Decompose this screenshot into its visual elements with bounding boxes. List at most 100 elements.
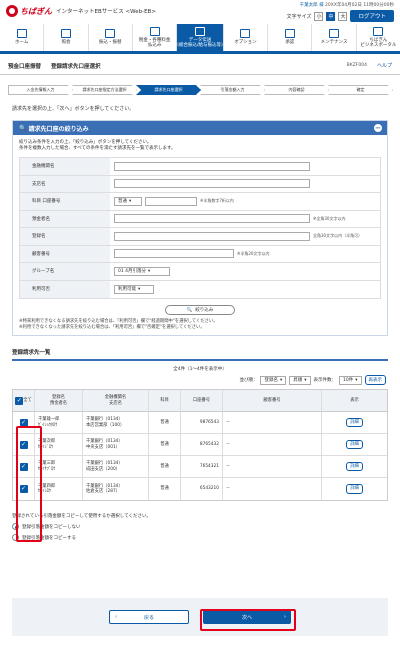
option-icon [240,29,251,39]
approve-icon [284,29,295,39]
instruction-message: 請求先を選択の上、「次へ」ボタンを押してください。 [12,106,135,112]
logo: ちばぎん インターネットEBサービス <Web-EB> [6,5,156,17]
detail-button[interactable]: 詳細 [346,461,363,472]
status-select[interactable]: 利用可能 ▾ [114,284,154,294]
name-kana-label: 預金者名 [20,210,110,228]
font-size-label: 文字サイズ [286,13,312,20]
nav-item-label: オプション [234,40,257,46]
order-select[interactable]: 昇順 ▾ [289,375,311,385]
nav-item-7[interactable]: メンテナンス [312,24,357,51]
row-bank: 千葉銀行（0134） 本店営業部（100） [83,412,149,434]
row-type: 普通 [149,456,181,478]
row-checkbox[interactable]: ✓ [13,412,35,434]
row-checkbox[interactable]: ✓ [13,456,35,478]
table-row: ✓ 千葉雄一郎 ｾﾞｲｼｮｳﾀﾛｳ 千葉銀行（0134） 本店営業部（100） … [13,412,387,435]
payer-list-title: 登録請求先一覧 [12,348,388,362]
brand-mark-icon [6,5,18,17]
col-name: 登録名 預金者名 [35,390,83,412]
step-1: 入金先情報入力 [8,85,73,95]
payer-list-section: 登録請求先一覧 全4件（1～4件を表示中） 並び順： 登録名 ▾ 昇順 ▾ 表示件数… [12,348,388,502]
account-hint: ※半角数字7桁以内 [200,198,234,204]
redisplay-button[interactable]: 再表示 [364,375,386,386]
chevron-down-icon: ▾ [148,268,151,274]
row-acct: 6543210 [181,478,223,501]
nav-item-2[interactable]: 振込・振替 [89,24,133,51]
row-bank: 千葉銀行（0134） 中央支店（001） [83,434,149,456]
per-page-select[interactable]: 10件 ▾ [339,375,362,385]
nav-item-label: 承認 [285,40,295,46]
payer-table: ✓ 全て 登録名 預金者名 金融機関名 支店名 科目 口座番号 顧客番号 表示 ✓… [12,389,388,502]
group-select[interactable]: 01 4月引落分 ▾ [114,266,170,276]
bank-label: 金融機関名 [20,158,110,175]
service-name: インターネットEBサービス <Web-EB> [56,9,156,15]
logout-button[interactable]: ログアウト [350,10,394,22]
checkmark-icon: ✓ [19,440,28,449]
payment-icon [149,26,160,36]
radio-selected-icon [12,523,19,531]
per-page-label: 表示件数： [313,378,337,384]
search-icon: 🔍 [186,307,193,313]
nav-item-6[interactable]: 承認 [268,24,313,51]
radio-icon [12,534,19,542]
cust-no-input[interactable] [114,249,234,259]
copy-option-yes[interactable]: 登録引落金額をコピーする [12,534,388,542]
user-name[interactable]: 千葉太郎 様 [300,3,324,8]
account-number-input[interactable] [145,196,197,206]
next-button[interactable]: 次へ › [203,610,291,624]
detail-button[interactable]: 詳細 [346,484,363,494]
sort-label: 並び順： [239,378,258,384]
col-view: 表示 [350,397,359,403]
checkmark-icon: ✓ [19,462,28,471]
step-3: 請求先口座選択 [136,85,201,95]
group-label: グループ名 [20,263,110,280]
filter-button[interactable]: 🔍 絞り込み [165,305,235,316]
row-checkbox[interactable]: ✓ [13,478,35,501]
step-2: 請求先口座指定方法選択 [72,85,137,95]
brand-name: ちばぎん [20,6,52,16]
cust-no-label: 顧客番号 [20,245,110,263]
account-type-select[interactable]: 普通 ▾ [114,196,142,206]
filter-title: 請求先口座の絞り込み [28,125,89,133]
nav-item-8[interactable]: ちばぎん ビジネスポータル [357,24,400,51]
status-label: 利用可否 [20,280,110,299]
step-indicator: 入金先情報入力 請求先口座指定方法選択 請求先口座選択 引落金額入力 内容確認 確定 [8,85,393,95]
reg-name-label: 登録名 [20,228,110,245]
help-link[interactable]: ヘルプ [377,62,392,69]
branch-input[interactable] [114,179,310,189]
row-checkbox[interactable]: ✓ [13,434,35,456]
row-type: 普通 [149,412,181,434]
bank-input[interactable] [114,161,310,171]
row-cust: － [223,434,322,456]
chevron-down-icon: ▾ [304,377,307,383]
page-category: 預金口座振替 [8,63,42,70]
row-type: 普通 [149,434,181,456]
font-small-button[interactable]: 小 [314,11,324,21]
name-kana-input[interactable] [114,214,310,224]
nav-item-3[interactable]: 税金・各種料金 払込み [133,24,178,51]
sort-select[interactable]: 登録名 ▾ [260,375,287,385]
chevron-down-icon: ▾ [279,377,283,383]
nav-item-1[interactable]: 照会 [44,24,89,51]
nav-item-0[interactable]: ホーム [0,24,45,51]
reg-name-input[interactable] [114,231,310,241]
filter-panel-header[interactable]: 🔍 請求先口座の絞り込み − [13,121,387,135]
collapse-icon[interactable]: − [374,124,382,132]
nav-item-label: 税金・各種料金 払込み [138,37,171,48]
step-4: 引落金額入力 [200,85,265,95]
copy-option-no[interactable]: 登録引落金額をコピーしない [12,523,388,531]
cust-no-hint: ※半角20文字以内 [237,250,270,256]
transfer-icon [105,29,116,39]
select-all-checkbox[interactable]: ✓ 全て [13,390,35,412]
step-6: 確定 [328,85,393,95]
nav-item-4[interactable]: データ伝送 (総合振込/給与振込等) [177,24,224,51]
table-header: ✓ 全て 登録名 預金者名 金融機関名 支店名 科目 口座番号 顧客番号 表示 [13,390,387,413]
back-button[interactable]: ‹ 戻る [109,610,189,624]
font-large-button[interactable]: 大 [338,11,348,21]
row-name: 千葉次郎 ｾﾞｲｼﾞﾛｳ [35,434,83,456]
detail-button[interactable]: 詳細 [346,417,363,428]
detail-button[interactable]: 詳細 [346,439,363,450]
font-mid-button[interactable]: 中 [326,11,336,21]
nav-item-label: ちばぎん ビジネスポータル [360,37,397,48]
search-icon: 🔍 [19,124,29,132]
nav-item-5[interactable]: オプション [224,24,269,51]
